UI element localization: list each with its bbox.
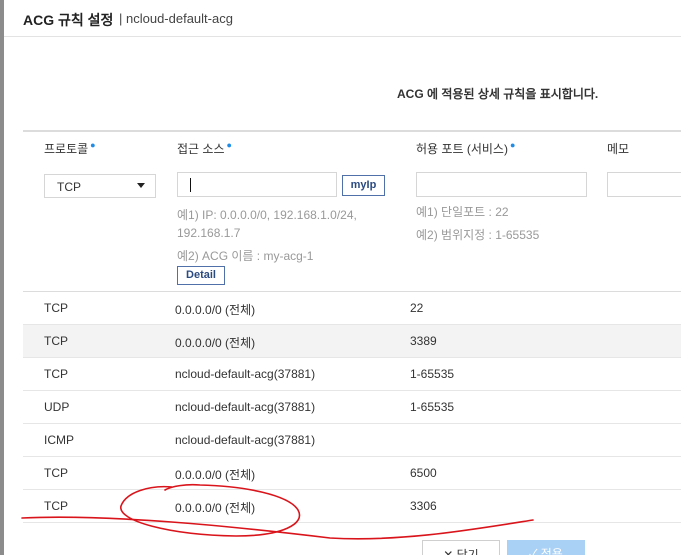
rule-protocol: TCP: [44, 466, 68, 480]
column-source-label: 접근 소스: [177, 142, 225, 156]
rule-protocol: UDP: [44, 400, 70, 414]
dialog-description: ACG 에 적용된 상세 규칙을 표시합니다.: [397, 87, 599, 101]
rule-source: 0.0.0.0/0 (전체): [175, 303, 256, 317]
rule-port: 3306: [410, 499, 437, 513]
rule-source: ncloud-default-acg(37881): [175, 433, 316, 447]
memo-input[interactable]: [607, 172, 681, 197]
dialog-subtitle: | ncloud-default-acg: [119, 11, 233, 26]
required-mark-icon: ●: [226, 140, 232, 150]
rule-protocol: TCP: [44, 301, 68, 315]
table-row[interactable]: ICMP ncloud-default-acg(37881): [23, 424, 681, 457]
port-hint-1: 예1) 단일포트 : 22: [416, 205, 509, 219]
apply-button-label: ✓ 적용: [529, 547, 563, 555]
rule-source: ncloud-default-acg(37881): [175, 367, 316, 381]
source-hint-1: 예1) IP: 0.0.0.0/0, 192.168.1.0/24,: [177, 208, 357, 222]
protocol-select[interactable]: TCP: [44, 174, 156, 198]
protocol-select-value: TCP: [57, 180, 81, 194]
rule-source: 0.0.0.0/0 (전체): [175, 336, 256, 350]
column-port-label: 허용 포트 (서비스): [416, 142, 508, 156]
rule-port: 6500: [410, 466, 437, 480]
rules-table: 프로토콜 ● 접근 소스 ● 허용 포트 (서비스) ● 메모 TCP myIp 예1…: [23, 130, 681, 555]
port-hint-2: 예2) 범위지정 : 1-65535: [416, 228, 540, 242]
table-header: 프로토콜 ● 접근 소스 ● 허용 포트 (서비스) ● 메모: [23, 132, 681, 162]
detail-button[interactable]: Detail: [177, 266, 225, 285]
rule-port: 1-65535: [410, 367, 455, 381]
port-input[interactable]: [416, 172, 587, 197]
source-hint-1b: 192.168.1.7: [177, 226, 241, 240]
table-row[interactable]: TCP ncloud-default-acg(37881) 1-65535: [23, 358, 681, 391]
rule-protocol: TCP: [44, 367, 68, 381]
column-source: 접근 소스 ●: [177, 140, 232, 157]
caret-down-icon: [137, 183, 145, 188]
column-protocol: 프로토콜 ●: [44, 140, 96, 157]
dialog-title: ACG 규칙 설정: [23, 12, 114, 28]
close-button-label: ✕ 닫기: [443, 548, 479, 555]
myip-button[interactable]: myIp: [342, 175, 385, 196]
column-memo: 메모: [607, 142, 630, 156]
source-input[interactable]: [177, 172, 337, 197]
table-row[interactable]: TCP 0.0.0.0/0 (전체) 22: [23, 292, 681, 325]
required-mark-icon: ●: [509, 140, 516, 150]
rule-port: 1-65535: [410, 400, 455, 414]
rule-protocol: TCP: [44, 499, 68, 513]
column-port: 허용 포트 (서비스) ●: [416, 140, 515, 157]
apply-button[interactable]: ✓ 적용: [507, 540, 585, 555]
rule-source: 0.0.0.0/0 (전체): [175, 468, 256, 482]
table-row[interactable]: TCP 0.0.0.0/0 (전체) 6500: [23, 457, 681, 490]
source-hint-2: 예2) ACG 이름 : my-acg-1: [177, 249, 314, 263]
rule-protocol: ICMP: [44, 433, 74, 447]
required-mark-icon: ●: [90, 140, 96, 150]
close-button[interactable]: ✕ 닫기: [422, 540, 500, 555]
rule-port: 3389: [410, 334, 437, 348]
table-row[interactable]: TCP 0.0.0.0/0 (전체) 3389: [23, 325, 681, 358]
rule-port: 22: [410, 301, 424, 315]
dialog-header: ACG 규칙 설정 | ncloud-default-acg: [4, 0, 681, 37]
text-cursor: [190, 178, 191, 192]
rule-source: 0.0.0.0/0 (전체): [175, 501, 256, 515]
column-protocol-label: 프로토콜: [44, 142, 89, 156]
rule-source: ncloud-default-acg(37881): [175, 400, 316, 414]
new-rule-form: TCP myIp 예1) IP: 0.0.0.0/0, 192.168.1.0/…: [23, 162, 681, 292]
table-row[interactable]: UDP ncloud-default-acg(37881) 1-65535: [23, 391, 681, 424]
rule-protocol: TCP: [44, 334, 68, 348]
table-row[interactable]: TCP 0.0.0.0/0 (전체) 3306: [23, 490, 681, 523]
acg-rule-dialog: ACG 규칙 설정 | ncloud-default-acg ACG 에 적용된…: [4, 0, 681, 555]
